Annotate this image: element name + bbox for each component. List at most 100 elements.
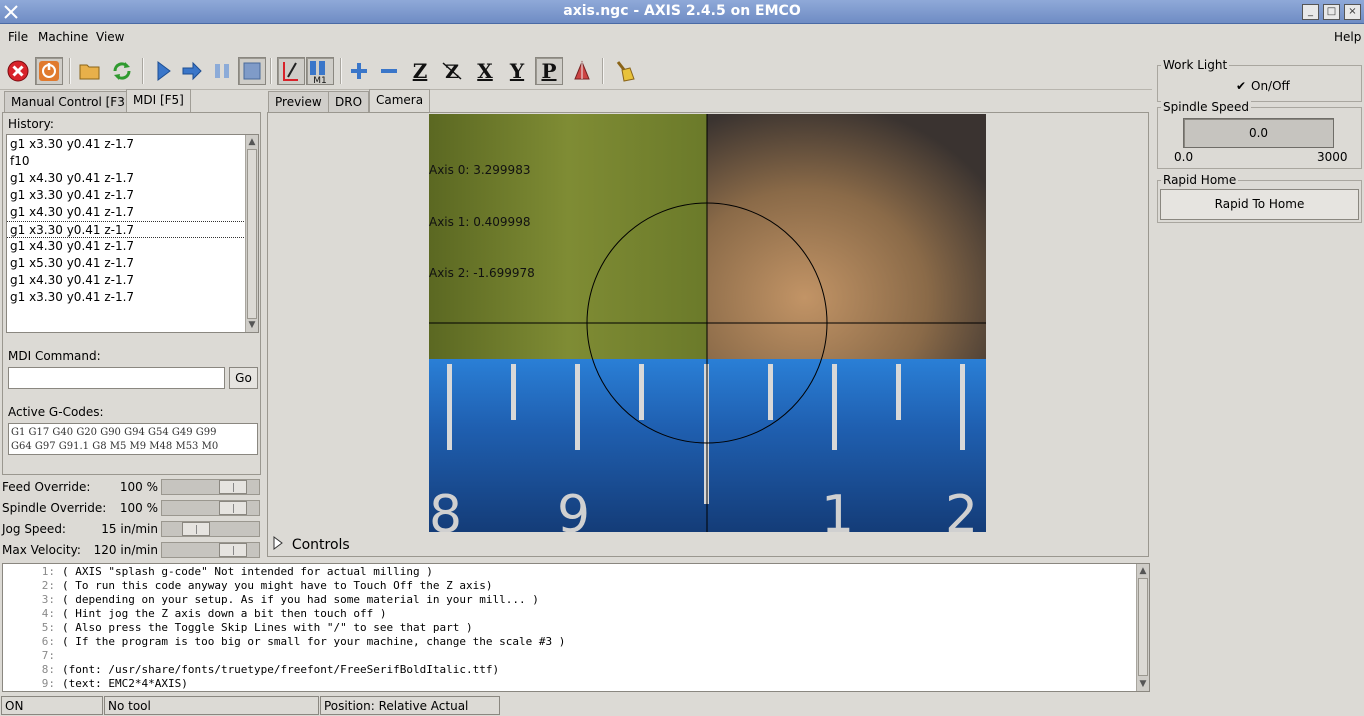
gcode-line[interactable]: 3: ( depending on your setup. As if you h… [3, 593, 565, 607]
step-icon[interactable] [178, 57, 206, 85]
stop-icon[interactable] [238, 57, 266, 85]
menu-view[interactable]: View [96, 30, 124, 44]
skip-lines-icon[interactable] [277, 57, 305, 85]
toolbar: M1 Z Z X Y P [0, 50, 1152, 90]
tab-manual-control[interactable]: Manual Control [F3] [4, 91, 137, 113]
gcodes-line-2: G64 G97 G91.1 G8 M5 M9 M48 M53 M0 [11, 441, 219, 452]
jog-speed-slider[interactable] [161, 521, 260, 537]
gcode-listing[interactable]: 1: ( AXIS "splash g-code" Not intended fo… [2, 563, 1150, 692]
zoom-out-icon[interactable] [375, 57, 403, 85]
title-bar[interactable]: axis.ngc - AXIS 2.4.5 on EMCO _ □ × [0, 0, 1364, 24]
max-velocity-value: 120 in/min [93, 543, 158, 557]
spindle-override-value: 100 % [119, 501, 158, 515]
work-light-title: Work Light [1161, 58, 1230, 72]
status-tool: No tool [104, 696, 319, 715]
svg-text:M1: M1 [313, 76, 327, 84]
clear-plot-icon[interactable] [610, 57, 638, 85]
history-item[interactable]: g1 x4.30 y0.41 z-1.7 [7, 170, 244, 187]
reload-icon[interactable] [108, 57, 136, 85]
pause-icon[interactable] [208, 57, 236, 85]
view-x-icon[interactable]: X [471, 57, 499, 85]
history-scrollbar[interactable]: ▲ ▼ [245, 135, 258, 332]
history-item[interactable]: g1 x5.30 y0.41 z-1.7 [7, 255, 244, 272]
rotate-icon[interactable] [568, 57, 596, 85]
tab-preview[interactable]: Preview [268, 91, 329, 113]
close-icon[interactable]: × [1344, 4, 1361, 20]
tab-mdi[interactable]: MDI [F5] [126, 89, 191, 113]
mdi-command-label: MDI Command: [8, 349, 101, 363]
gcode-line-number: 6: [41, 635, 55, 648]
gcode-line[interactable]: 6: ( If the program is too big or small f… [3, 635, 566, 649]
spindle-override-label: Spindle Override: [2, 501, 107, 515]
max-velocity-slider[interactable] [161, 542, 260, 558]
gcode-line[interactable]: 1: ( AXIS "splash g-code" Not intended fo… [3, 565, 565, 579]
controls-label: Controls [291, 536, 350, 553]
feed-override-value: 100 % [119, 480, 158, 494]
history-label: History: [8, 117, 54, 131]
power-icon[interactable] [35, 57, 63, 85]
gcode-line[interactable]: 2: ( To run this code anyway you might ha… [3, 579, 565, 593]
open-icon[interactable] [76, 57, 104, 85]
gcode-line-text: ( Also press the Toggle Skip Lines with … [62, 621, 473, 634]
run-icon[interactable] [149, 57, 177, 85]
history-item[interactable]: f10 [7, 153, 244, 170]
gcode-line[interactable]: 5: ( Also press the Toggle Skip Lines wit… [3, 621, 565, 635]
camera-view[interactable]: 8 9 1 2 Axis 0: 3.299983 Axis 1: 0.40999… [429, 114, 986, 532]
feed-override-label: Feed Override: [2, 480, 91, 494]
status-state: ON [1, 696, 103, 715]
view-p-icon[interactable]: P [535, 57, 563, 85]
menu-help[interactable]: Help [1334, 30, 1361, 44]
history-list[interactable]: g1 x3.30 y0.41 z-1.7 f10 g1 x4.30 y0.41 z-… [6, 134, 259, 333]
gcode-line[interactable]: 8: (font: /usr/share/fonts/truetype/freef… [3, 663, 565, 677]
gcode-line-number: 3: [41, 593, 55, 606]
history-item[interactable]: g1 x3.30 y0.41 z-1.7 [7, 136, 244, 153]
history-item[interactable]: g1 x4.30 y0.41 z-1.7 [7, 272, 244, 289]
history-item[interactable]: g1 x3.30 y0.41 z-1.7 [7, 289, 244, 306]
history-item[interactable]: g1 x3.30 y0.41 z-1.7 [7, 221, 244, 238]
tab-dro[interactable]: DRO [328, 91, 370, 113]
gcode-line[interactable]: 7: [3, 649, 565, 663]
work-light-checkbox[interactable]: ✔ On/Off [1236, 79, 1290, 93]
go-button[interactable]: Go [229, 367, 258, 389]
jog-speed-value: 15 in/min [101, 522, 158, 536]
controls-expander[interactable]: Controls [272, 536, 350, 553]
axis2-readout: Axis 2: -1.699978 [429, 266, 535, 280]
history-item[interactable]: g1 x4.30 y0.41 z-1.7 [7, 204, 244, 221]
estop-icon[interactable] [4, 57, 32, 85]
feed-override-slider[interactable] [161, 479, 260, 495]
rapid-home-title: Rapid Home [1161, 173, 1239, 187]
mdi-panel: History: g1 x3.30 y0.41 z-1.7 f10 g1 x4.30… [2, 112, 261, 475]
mdi-command-input[interactable] [8, 367, 225, 389]
triangle-right-icon [272, 536, 284, 553]
menu-file[interactable]: File [8, 30, 28, 44]
spindle-override-slider[interactable] [161, 500, 260, 516]
view-z-icon[interactable]: Z [406, 57, 434, 85]
rapid-to-home-button[interactable]: Rapid To Home [1160, 189, 1359, 220]
gcode-line[interactable]: 4: ( Hint jog the Z axis down a bit then … [3, 607, 565, 621]
gcodes-line-1: G1 G17 G40 G20 G90 G94 G54 G49 G99 [11, 427, 217, 438]
tab-camera[interactable]: Camera [369, 89, 431, 113]
minimize-icon[interactable]: _ [1302, 4, 1319, 20]
scale-digit-2: 2 [945, 485, 978, 532]
optional-stop-icon[interactable]: M1 [306, 57, 334, 85]
gcode-line-text: ( Hint jog the Z axis down a bit then to… [62, 607, 387, 620]
spindle-override-knob[interactable] [219, 501, 247, 515]
gcode-line-text: (text: EMC2*4*AXIS) [62, 677, 188, 690]
menu-machine[interactable]: Machine [38, 30, 88, 44]
max-velocity-label: Max Velocity: [2, 543, 81, 557]
history-item[interactable]: g1 x3.30 y0.41 z-1.7 [7, 187, 244, 204]
view-z2-icon[interactable]: Z [438, 57, 466, 85]
maximize-icon[interactable]: □ [1323, 4, 1340, 20]
view-y-icon[interactable]: Y [503, 57, 531, 85]
gcode-line[interactable]: 9: (text: EMC2*4*AXIS) [3, 677, 565, 691]
gcode-line-text: ( If the program is too big or small for… [62, 635, 566, 648]
jog-speed-knob[interactable] [182, 522, 210, 536]
max-velocity-knob[interactable] [219, 543, 247, 557]
feed-override-knob[interactable] [219, 480, 247, 494]
spindle-speed-title: Spindle Speed [1161, 100, 1251, 114]
scale-digit-8: 8 [429, 485, 462, 532]
gcode-scrollbar[interactable]: ▲ ▼ [1136, 564, 1149, 691]
history-item[interactable]: g1 x4.30 y0.41 z-1.7 [7, 238, 244, 255]
zoom-in-icon[interactable] [345, 57, 373, 85]
metal-region [429, 114, 707, 359]
